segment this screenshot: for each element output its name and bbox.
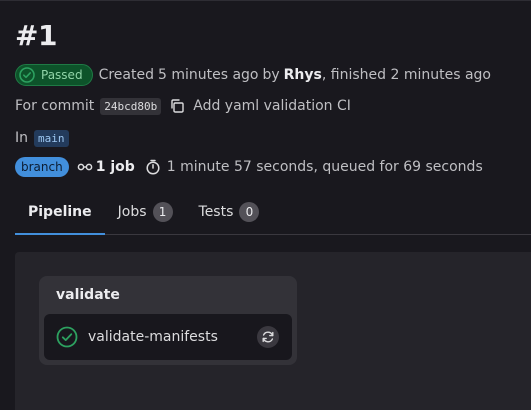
- ref-type-badge: branch: [15, 157, 69, 177]
- top-divider: [0, 0, 531, 1]
- jobs-count: 1 job: [95, 159, 135, 175]
- duration-text: 1 minute 57 seconds, queued for 69 secon…: [166, 159, 483, 175]
- job-item[interactable]: validate-manifests: [44, 314, 292, 360]
- commit-row: For commit 24bcd80b Add yaml validation …: [15, 95, 351, 117]
- tab-pipeline[interactable]: Pipeline: [15, 190, 105, 235]
- created-prefix: Created: [98, 67, 154, 83]
- jobs-count-badge: 1: [152, 202, 173, 222]
- pipeline-icon: [77, 159, 93, 175]
- tab-tests[interactable]: Tests 0: [186, 190, 273, 234]
- check-circle-icon: [19, 67, 35, 83]
- ref-row: In main: [15, 128, 69, 148]
- pipeline-graph: validate validate-manifests: [15, 252, 531, 410]
- retry-icon[interactable]: [257, 326, 279, 348]
- tab-pipeline-label: Pipeline: [28, 203, 92, 220]
- tab-tests-label: Tests: [198, 204, 234, 220]
- status-label: Passed: [41, 68, 83, 82]
- copy-icon[interactable]: [169, 98, 185, 114]
- created-time: 5 minutes ago: [157, 67, 259, 83]
- ref-prefix: In: [15, 130, 29, 146]
- job-status-check-circle-icon: [56, 326, 78, 348]
- tab-jobs[interactable]: Jobs 1: [105, 190, 186, 234]
- jobs-count-link[interactable]: 1 job: [77, 159, 135, 175]
- branch-name[interactable]: main: [34, 129, 69, 147]
- commit-prefix: For commit: [15, 98, 95, 114]
- meta-row: branch 1 job 1 minute 57 seconds, queued…: [15, 156, 483, 178]
- commit-sha[interactable]: 24bcd80b: [100, 97, 162, 115]
- pipeline-status-row: Passed Created 5 minutes ago by Rhys , f…: [15, 63, 491, 87]
- by-label: by: [262, 67, 280, 83]
- tests-count-badge: 0: [239, 202, 260, 222]
- author-link[interactable]: Rhys: [284, 67, 322, 83]
- pipeline-tabs: Pipeline Jobs 1 Tests 0: [15, 190, 531, 235]
- status-badge[interactable]: Passed: [15, 64, 93, 86]
- timer-icon: [145, 159, 161, 175]
- page-title: #1: [15, 19, 57, 52]
- stage-column: validate validate-manifests: [39, 276, 297, 365]
- tab-jobs-label: Jobs: [117, 204, 147, 220]
- finished-text: , finished 2 minutes ago: [321, 67, 491, 83]
- stage-title: validate: [56, 287, 120, 303]
- commit-message[interactable]: Add yaml validation CI: [193, 98, 351, 114]
- job-name: validate-manifests: [88, 329, 218, 345]
